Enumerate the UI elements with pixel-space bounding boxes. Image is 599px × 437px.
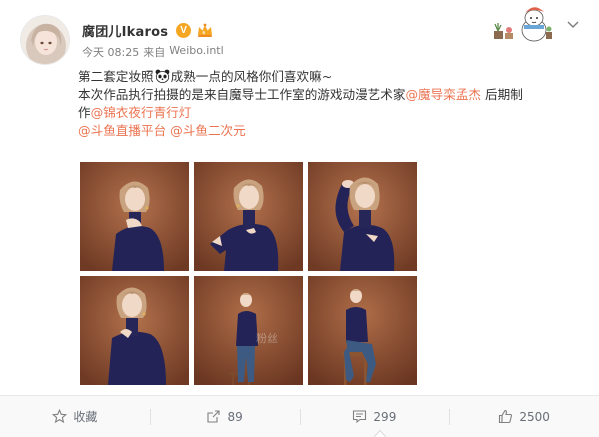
post-text-line-3: 作@锦衣夜行青行灯 — [78, 104, 578, 122]
svg-text:粉丝: 粉丝 — [256, 332, 278, 345]
post-action-bar: 收藏 89 299 2500 — [0, 395, 599, 437]
post-source[interactable]: Weibo.intl — [169, 44, 223, 60]
photo-thumbnail[interactable] — [308, 276, 417, 385]
mention-link[interactable]: @斗鱼二次元 — [170, 123, 246, 138]
post-text-segment: 作 — [78, 105, 91, 120]
avatar[interactable] — [20, 15, 70, 65]
post-meta: 今天 08:25 来自 Weibo.intl — [82, 44, 224, 60]
source-prefix: 来自 — [143, 46, 166, 59]
repost-icon — [207, 410, 221, 423]
post-text-segment: 后期制 — [481, 87, 523, 102]
repost-count: 89 — [227, 409, 243, 424]
post-text-segment: 成熟一点的风格你们喜欢嘛~ — [170, 69, 333, 84]
mention-link[interactable]: @魔导栾孟杰 — [405, 87, 481, 102]
username[interactable]: 腐团儿Ikaros — [82, 21, 168, 40]
photo-thumbnail[interactable] — [80, 276, 189, 385]
thumbs-up-icon — [499, 409, 513, 424]
photo-thumbnail[interactable]: 粉丝 — [194, 276, 303, 385]
vip-crown-icon[interactable]: 6 — [196, 23, 214, 38]
panda-emoji-icon — [155, 69, 169, 83]
mention-link[interactable]: @斗鱼直播平台 — [78, 123, 166, 138]
comment-icon — [353, 410, 367, 424]
comment-expanded-caret-icon — [374, 430, 386, 437]
like-button[interactable]: 2500 — [449, 407, 599, 427]
more-options-chevron-icon[interactable] — [566, 16, 580, 29]
post-timestamp[interactable]: 今天 08:25 — [82, 44, 139, 60]
verified-badge-icon: V — [176, 23, 192, 38]
repost-button[interactable]: 89 — [149, 407, 300, 427]
photo-thumbnail[interactable] — [80, 162, 189, 271]
post-text-line-2: 本次作品执行拍摄的是来自魔导士工作室的游戏动漫艺术家@魔导栾孟杰 后期制 — [78, 86, 578, 104]
comment-button[interactable]: 299 — [299, 407, 450, 427]
photo-thumbnail[interactable] — [194, 162, 303, 271]
post-text-segment: 第二套定妆照 — [78, 69, 154, 84]
comment-count: 299 — [373, 409, 397, 424]
photo-thumbnail[interactable] — [308, 162, 417, 271]
post-text: 第二套定妆照 成熟一点的风格你们喜欢嘛~ 本次作品执行拍摄的是来自魔导士工作室的… — [78, 68, 578, 140]
weibo-post-card: 腐团儿Ikaros V 6 今天 08:25 来自 Weibo.intl 第二套… — [0, 0, 599, 437]
author-row: 腐团儿Ikaros V 6 — [82, 21, 214, 40]
post-text-segment: 本次作品执行拍摄的是来自魔导士工作室的游戏动漫艺术家 — [78, 87, 406, 102]
post-text-line-1: 第二套定妆照 成熟一点的风格你们喜欢嘛~ — [78, 68, 578, 86]
star-icon — [52, 409, 68, 424]
favorite-label: 收藏 — [73, 410, 98, 424]
mention-link[interactable]: @锦衣夜行青行灯 — [91, 105, 192, 120]
post-text-line-4: @斗鱼直播平台 @斗鱼二次元 — [78, 122, 578, 140]
favorite-button[interactable]: 收藏 — [0, 407, 150, 427]
card-skin-decoration-icon — [492, 4, 554, 44]
like-count: 2500 — [519, 409, 550, 424]
